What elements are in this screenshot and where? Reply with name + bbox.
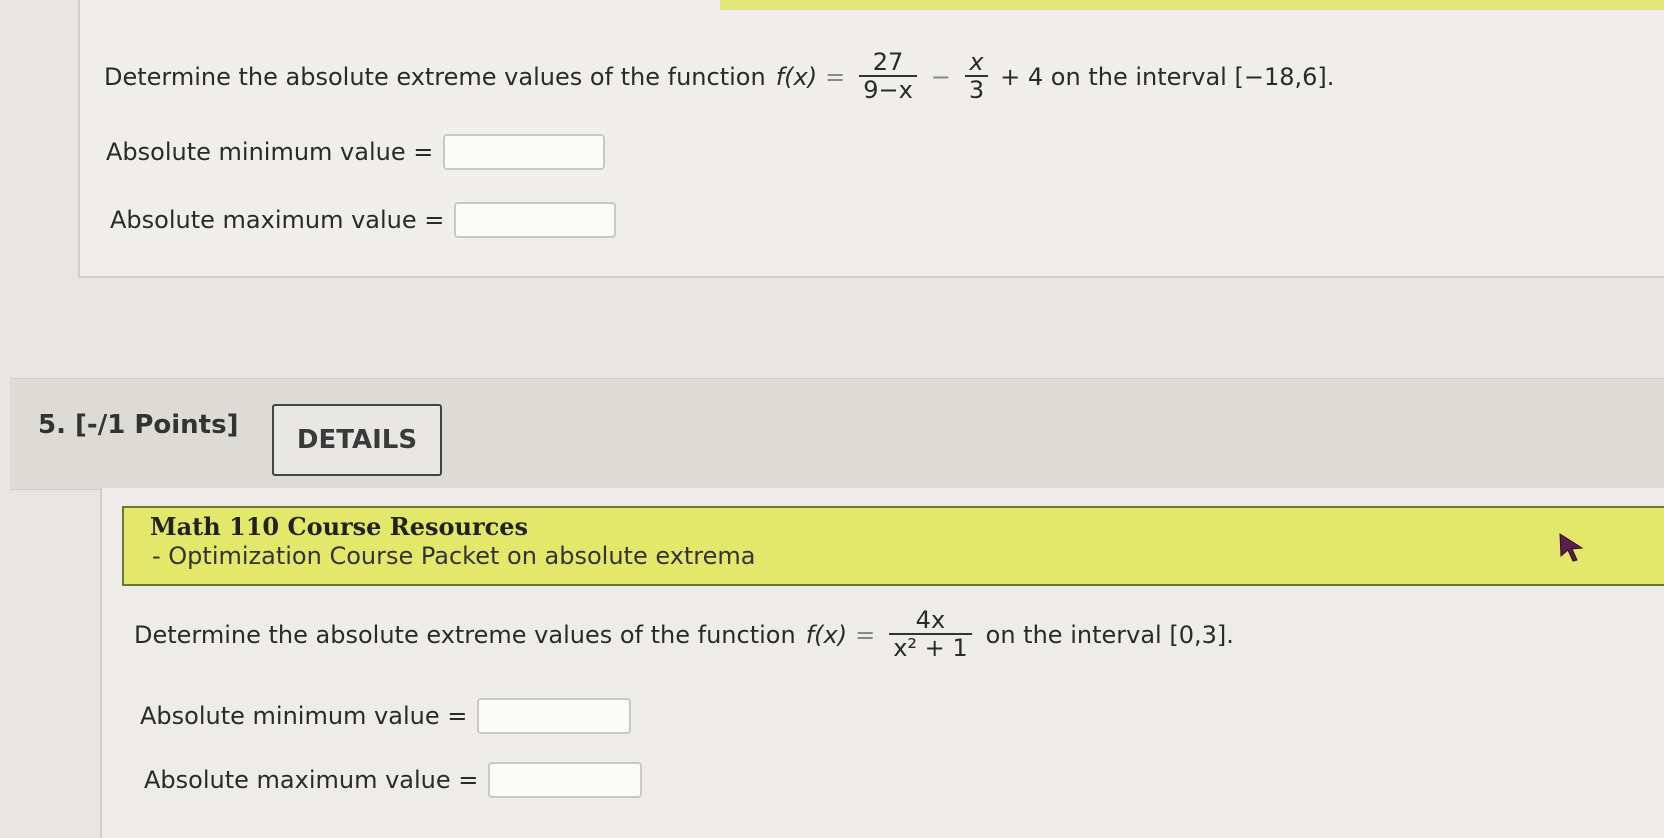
q5-min-row: Absolute minimum value =	[140, 698, 632, 734]
q4-fraction-2-denominator: 3	[964, 75, 989, 104]
q5-equals: =	[855, 620, 876, 649]
q4-min-input[interactable]	[443, 134, 606, 170]
q4-min-row: Absolute minimum value =	[106, 134, 606, 170]
q4-function-name: f(x)	[775, 62, 818, 91]
q5-number-points: 5. [-/1 Points]	[38, 410, 239, 440]
q5-fraction: 4x x² + 1	[889, 606, 972, 662]
q4-problem-prefix: Determine the absolute extreme values of…	[104, 62, 766, 91]
course-resources-title: Math 110 Course Resources	[150, 512, 529, 541]
q4-max-label: Absolute maximum value =	[110, 206, 445, 234]
q4-problem-tail: + 4 on the interval [−18,6].	[1000, 62, 1335, 91]
question-5-header	[10, 378, 1664, 490]
q4-max-row: Absolute maximum value =	[110, 202, 617, 238]
q4-minus: −	[930, 62, 951, 91]
q5-problem-prefix: Determine the absolute extreme values of…	[134, 620, 796, 649]
top-accent-bar	[720, 0, 1664, 10]
q4-equals: =	[825, 62, 846, 91]
q5-min-input[interactable]	[477, 698, 632, 734]
q5-max-input[interactable]	[488, 762, 643, 798]
q5-max-row: Absolute maximum value =	[144, 762, 643, 798]
q4-fraction-1-denominator: 9−x	[859, 75, 917, 104]
mouse-pointer-icon	[1559, 533, 1584, 562]
q5-max-label: Absolute maximum value =	[144, 766, 479, 794]
q5-function-name: f(x)	[805, 620, 848, 649]
q4-min-label: Absolute minimum value =	[106, 138, 434, 166]
q4-fraction-2-numerator: x	[969, 48, 984, 76]
q5-fraction-denominator: x² + 1	[889, 633, 972, 662]
q4-fraction-1: 27 9−x	[859, 48, 917, 104]
q5-problem-tail: on the interval [0,3].	[985, 620, 1234, 649]
q5-min-label: Absolute minimum value =	[140, 702, 468, 730]
details-button[interactable]: DETAILS	[272, 404, 442, 476]
q5-fraction-numerator: 4x	[915, 606, 946, 634]
q5-problem-statement: Determine the absolute extreme values of…	[134, 606, 1234, 662]
q4-problem-statement: Determine the absolute extreme values of…	[104, 48, 1335, 104]
q4-fraction-1-numerator: 27	[872, 48, 904, 76]
course-resources-link[interactable]: - Optimization Course Packet on absolute…	[152, 542, 756, 570]
q4-fraction-2: x 3	[964, 48, 989, 104]
q4-max-input[interactable]	[454, 202, 617, 238]
